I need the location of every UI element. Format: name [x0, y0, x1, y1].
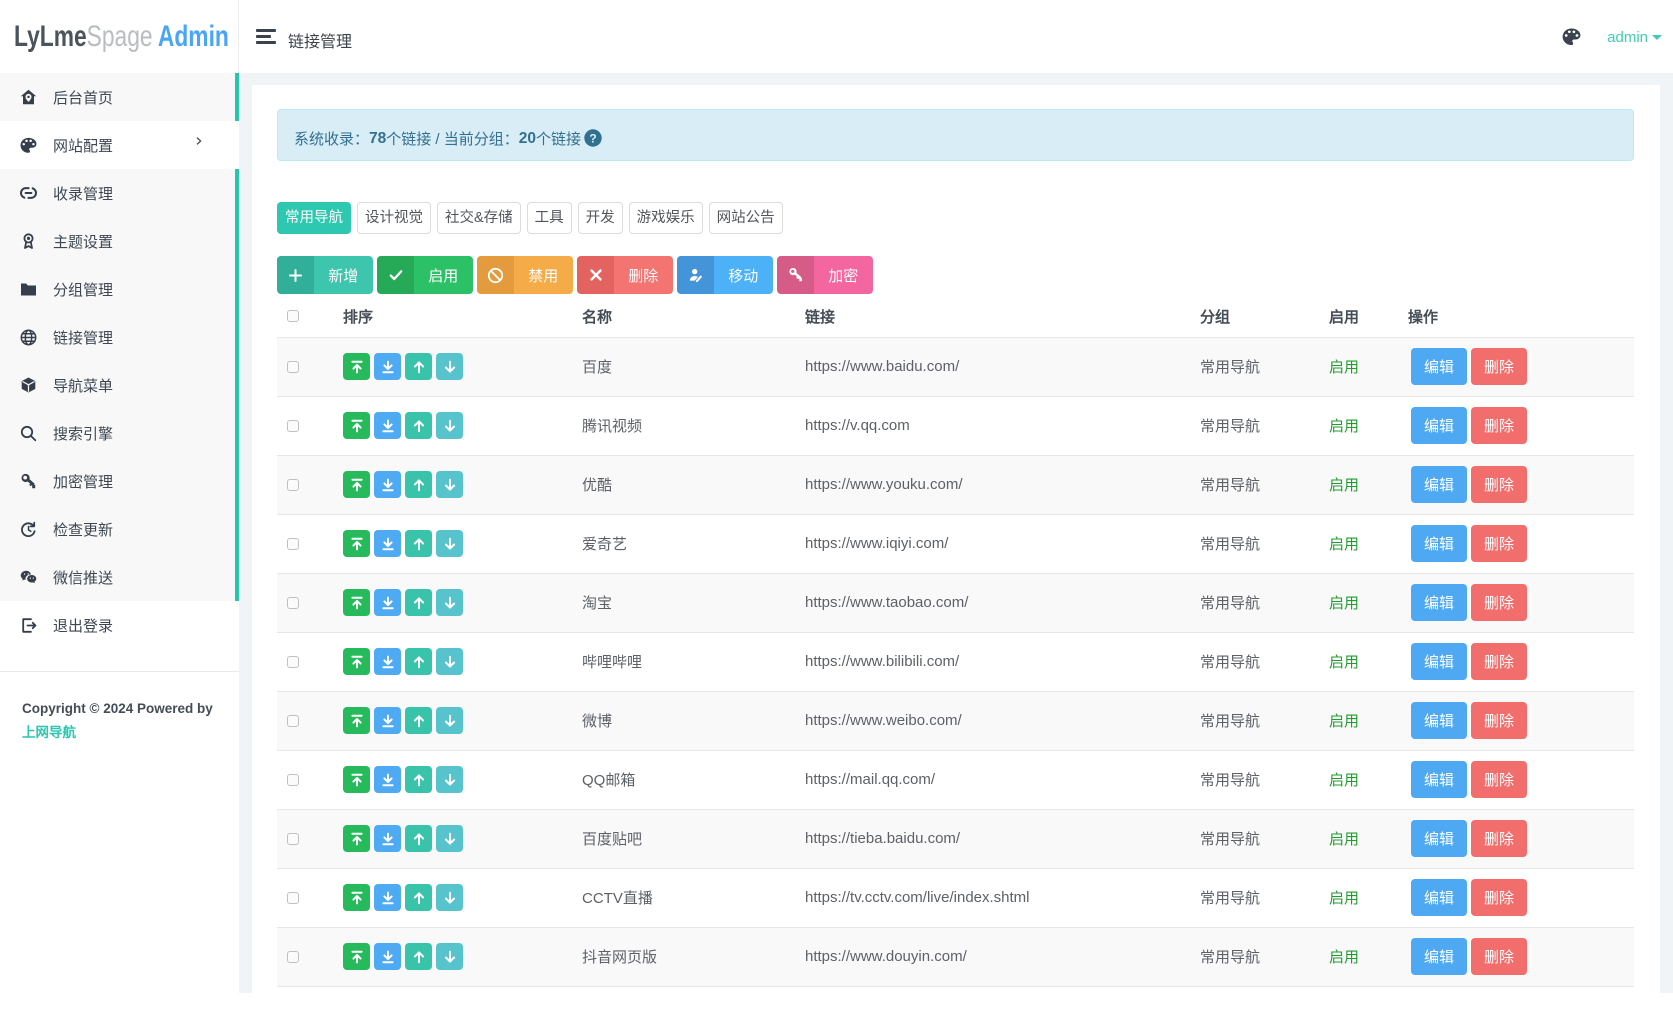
- svg-text:?: ?: [589, 131, 596, 145]
